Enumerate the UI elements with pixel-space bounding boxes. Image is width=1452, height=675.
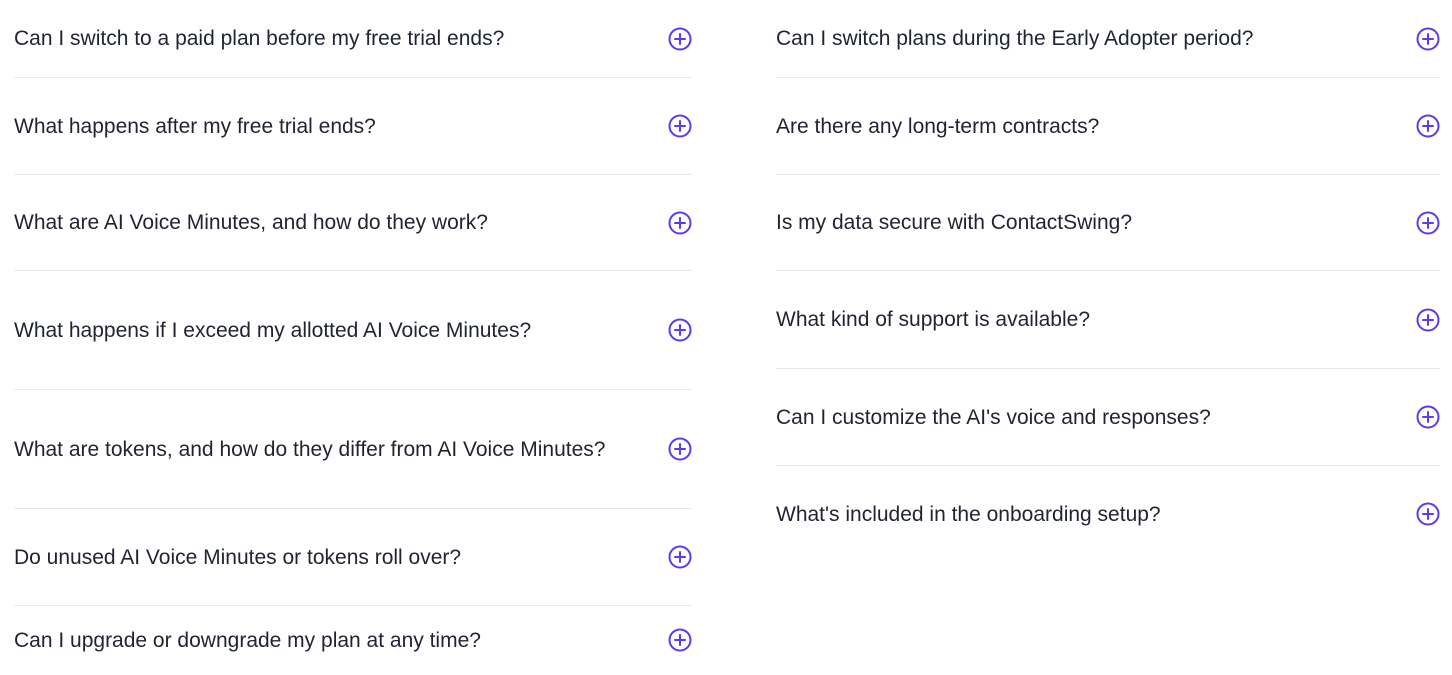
faq-column-left: Can I switch to a paid plan before my fr… [14, 0, 692, 674]
faq-column-right: Can I switch plans during the Early Adop… [776, 0, 1440, 562]
faq-item[interactable]: What kind of support is available? [776, 271, 1440, 369]
faq-item[interactable]: What's included in the onboarding setup? [776, 466, 1440, 562]
plus-circle-icon[interactable] [1416, 211, 1440, 235]
faq-item[interactable]: What happens if I exceed my allotted AI … [14, 271, 692, 390]
faq-item[interactable]: What are AI Voice Minutes, and how do th… [14, 175, 692, 271]
faq-question: What are tokens, and how do they differ … [14, 437, 606, 461]
faq-question: Can I switch plans during the Early Adop… [776, 27, 1254, 50]
faq-question: Do unused AI Voice Minutes or tokens rol… [14, 545, 462, 569]
plus-circle-icon[interactable] [668, 545, 692, 569]
plus-circle-icon[interactable] [1416, 114, 1440, 138]
plus-circle-icon[interactable] [1416, 405, 1440, 429]
faq-item[interactable]: Can I customize the AI's voice and respo… [776, 369, 1440, 466]
faq-item[interactable]: What are tokens, and how do they differ … [14, 390, 692, 509]
plus-circle-icon[interactable] [1416, 308, 1440, 332]
faq-item[interactable]: Do unused AI Voice Minutes or tokens rol… [14, 509, 692, 606]
faq-question: What kind of support is available? [776, 308, 1091, 331]
plus-circle-icon[interactable] [668, 211, 692, 235]
faq-item[interactable]: Can I switch to a paid plan before my fr… [14, 0, 692, 78]
faq-question: Can I switch to a paid plan before my fr… [14, 27, 505, 50]
faq-item[interactable]: Can I switch plans during the Early Adop… [776, 0, 1440, 78]
plus-circle-icon[interactable] [668, 114, 692, 138]
faq-item[interactable]: Are there any long-term contracts? [776, 78, 1440, 175]
faq-question: Can I upgrade or downgrade my plan at an… [14, 628, 481, 652]
plus-circle-icon[interactable] [1416, 27, 1440, 51]
plus-circle-icon[interactable] [668, 318, 692, 342]
faq-question: What happens if I exceed my allotted AI … [14, 318, 532, 342]
faq-question: Can I customize the AI's voice and respo… [776, 405, 1211, 429]
faq-question: What happens after my free trial ends? [14, 114, 376, 138]
faq-question: What's included in the onboarding setup? [776, 502, 1161, 526]
plus-circle-icon[interactable] [668, 628, 692, 652]
faq-item[interactable]: What happens after my free trial ends? [14, 78, 692, 175]
faq-question: Is my data secure with ContactSwing? [776, 211, 1132, 234]
faq-item[interactable]: Can I upgrade or downgrade my plan at an… [14, 606, 692, 674]
plus-circle-icon[interactable] [1416, 502, 1440, 526]
plus-circle-icon[interactable] [668, 27, 692, 51]
faq-question: What are AI Voice Minutes, and how do th… [14, 211, 488, 234]
faq-section: Can I switch to a paid plan before my fr… [0, 0, 1452, 675]
faq-item[interactable]: Is my data secure with ContactSwing? [776, 175, 1440, 271]
faq-question: Are there any long-term contracts? [776, 114, 1100, 138]
plus-circle-icon[interactable] [668, 437, 692, 461]
